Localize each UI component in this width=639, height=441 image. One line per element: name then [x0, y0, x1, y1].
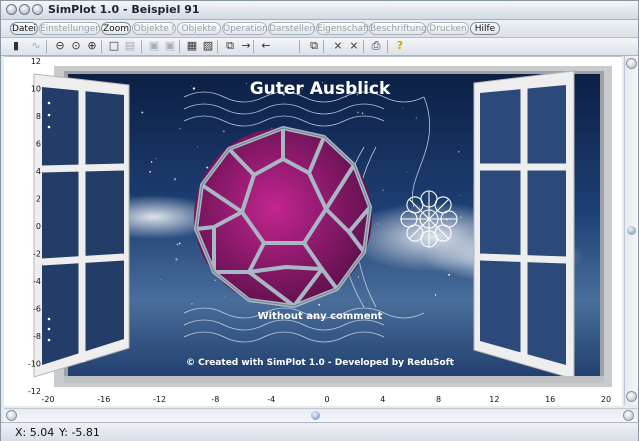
menu-objekte-2[interactable]: Objekte II — [177, 22, 221, 47]
table-icon[interactable]: ▦ — [185, 39, 199, 53]
x-tick-label: -12 — [153, 395, 166, 404]
menu-einstellungen[interactable]: Einstellungen — [39, 22, 101, 35]
y-tick-label: -10 — [28, 360, 41, 369]
y-tick-label: 6 — [36, 140, 41, 149]
image-icon[interactable]: ▨ — [201, 39, 215, 53]
y-coordinate: Y: -5.81 — [59, 426, 100, 439]
menu-darstellen[interactable]: Darstellen — [268, 22, 315, 35]
vertical-scroll-thumb[interactable] — [627, 226, 636, 235]
plot-area[interactable]: Guter Ausblick Without any comment © Cre… — [4, 56, 622, 406]
y-tick-label: -12 — [28, 387, 41, 396]
app-window: SimPlot 1.0 - Beispiel 91 Datei Einstell… — [0, 0, 639, 441]
toolbar-separator — [141, 40, 142, 53]
right-window-shutter — [473, 70, 575, 380]
toolbar-separator — [179, 40, 180, 53]
cross-2-icon[interactable]: ⨯ — [347, 39, 361, 53]
polyhedron — [194, 126, 372, 308]
zoom-icon[interactable]: ⊙ — [69, 39, 83, 53]
y-tick-label: -4 — [33, 277, 41, 286]
toolbar-separator — [101, 40, 102, 53]
grid-icon[interactable]: ▤ — [123, 39, 137, 53]
y-tick-label: 8 — [36, 112, 41, 121]
x-axis-ticks: -20 -16 -12 -8 -4 0 4 8 12 16 20 — [41, 395, 611, 404]
scroll-left-button[interactable] — [6, 410, 17, 421]
minimize-window-button[interactable] — [19, 4, 30, 15]
horizontal-scrollbar[interactable] — [4, 408, 637, 422]
y-tick-label: 0 — [36, 222, 41, 231]
menu-bar: Datei Einstellungen Zoom Objekte I Objek… — [1, 20, 638, 47]
frame-icon[interactable]: ▣ — [147, 39, 161, 53]
y-tick-label: 12 — [31, 57, 41, 66]
x-tick-label: -16 — [97, 395, 110, 404]
menu-hilfe[interactable]: Hilfe — [470, 22, 500, 35]
menu-datei[interactable]: Datei — [10, 22, 38, 35]
snowflake — [400, 190, 458, 248]
y-tick-label: 2 — [36, 195, 41, 204]
maximize-window-button[interactable] — [32, 4, 43, 15]
x-tick-label: 0 — [324, 395, 329, 404]
x-tick-label: 20 — [601, 395, 611, 404]
help-icon[interactable]: ? — [393, 39, 407, 53]
y-tick-label: 4 — [36, 167, 41, 176]
x-coordinate: X: 5.04 — [15, 426, 55, 439]
menu-operation[interactable]: Operation — [222, 22, 268, 35]
scroll-down-button[interactable] — [626, 391, 637, 402]
toolbar-separator — [387, 40, 388, 53]
arrow-left-icon[interactable]: ← — [259, 39, 273, 53]
arrow-right-icon[interactable]: → — [239, 39, 253, 53]
window-sill — [64, 376, 604, 383]
left-window-shutter — [33, 73, 130, 378]
toolbar-separator — [363, 40, 364, 53]
x-tick-label: -8 — [211, 395, 219, 404]
print-icon[interactable]: ⎙ — [369, 39, 383, 53]
plot-credit: © Created with SimPlot 1.0 - Developed b… — [186, 358, 455, 368]
toolbar-separator — [299, 40, 300, 53]
y-tick-label: -8 — [33, 332, 41, 341]
status-bar: X: 5.04 Y: -5.81 — [1, 422, 638, 441]
y-tick-label: -6 — [33, 305, 41, 314]
x-tick-label: 8 — [436, 395, 441, 404]
x-tick-label: 4 — [380, 395, 385, 404]
function-icon[interactable]: ∿ — [29, 39, 43, 53]
close-window-button[interactable] — [6, 4, 17, 15]
menu-objekte-1[interactable]: Objekte I — [132, 22, 176, 35]
menu-drucken[interactable]: Drucken — [427, 22, 469, 35]
toolbar-separator — [217, 40, 218, 53]
toolbar-separator — [253, 40, 254, 53]
plot-canvas: Guter Ausblick Without any comment © Cre… — [28, 57, 612, 404]
x-tick-label: -20 — [41, 395, 54, 404]
zoom-out-icon[interactable]: ⊖ — [53, 39, 67, 53]
x-tick-label: -4 — [267, 395, 275, 404]
toolbar-separator — [323, 40, 324, 53]
y-tick-label: -2 — [33, 250, 41, 259]
vertical-scrollbar[interactable] — [624, 56, 638, 405]
title-bar: SimPlot 1.0 - Beispiel 91 — [1, 1, 638, 20]
copy-icon[interactable]: ⧉ — [223, 39, 237, 53]
toolbar: ▮ ∿ ⊖ ⊙ ⊕ □ ▤ ▣ ▣ ▦ ▨ ⧉ → ← ⧉ ⨯ ⨯ ⎙? — [1, 38, 638, 56]
calculator-icon[interactable]: ▮ — [9, 39, 23, 53]
pages-icon[interactable]: ⧉ — [307, 39, 321, 53]
horizontal-scroll-thumb[interactable] — [311, 411, 320, 420]
plot-heading: Guter Ausblick — [250, 79, 391, 99]
menu-beschriftung[interactable]: Beschriftung — [369, 22, 427, 35]
plot-caption: Without any comment — [258, 311, 383, 322]
frame-2-icon[interactable]: ▣ — [163, 39, 177, 53]
cross-icon[interactable]: ⨯ — [331, 39, 345, 53]
rectangle-icon[interactable]: □ — [107, 39, 121, 53]
y-tick-label: 10 — [31, 85, 41, 94]
scroll-right-button[interactable] — [623, 410, 634, 421]
x-tick-label: 16 — [545, 395, 555, 404]
menu-zoom[interactable]: Zoom — [101, 22, 131, 35]
zoom-in-icon[interactable]: ⊕ — [85, 39, 99, 53]
scroll-up-button[interactable] — [626, 58, 637, 69]
window-title: SimPlot 1.0 - Beispiel 91 — [48, 3, 200, 16]
toolbar-separator — [46, 40, 47, 53]
x-tick-label: 12 — [489, 395, 499, 404]
menu-eigenschaft[interactable]: Eigenschaft — [316, 22, 370, 35]
